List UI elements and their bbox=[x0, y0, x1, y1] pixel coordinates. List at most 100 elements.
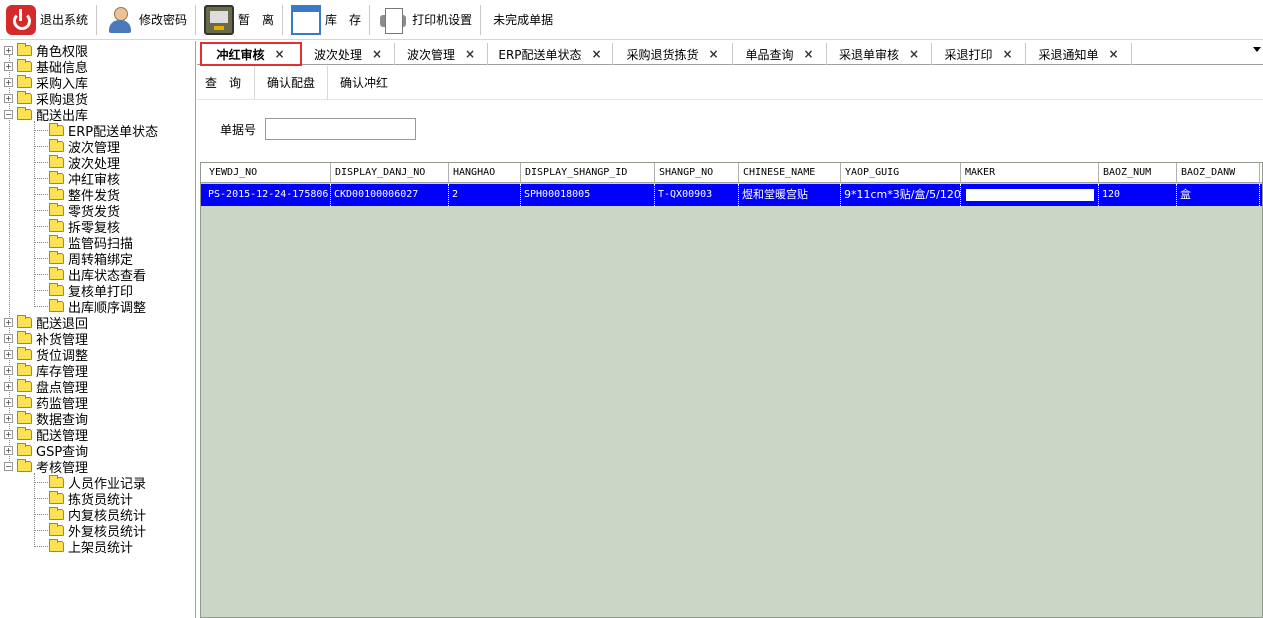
folder-icon bbox=[17, 58, 32, 72]
tab-wave-management[interactable]: 波次管理 × bbox=[395, 43, 488, 65]
folder-icon bbox=[17, 362, 32, 376]
expand-icon[interactable]: + bbox=[4, 397, 13, 407]
temp-leave-button[interactable]: 暂 离 bbox=[198, 2, 280, 38]
cell-maker[interactable] bbox=[961, 184, 1099, 206]
folder-icon bbox=[17, 378, 32, 392]
column-header[interactable]: DISPLAY_SHANGP_ID bbox=[521, 163, 655, 183]
folder-icon bbox=[49, 282, 64, 296]
tab-single-item-query[interactable]: 单品查询 × bbox=[733, 43, 827, 65]
column-header[interactable]: BAOZ_DANW bbox=[1177, 163, 1260, 183]
close-icon[interactable]: × bbox=[1002, 47, 1012, 61]
tab-return-order-review[interactable]: 采退单审核 × bbox=[827, 43, 932, 65]
cell-yaop-guig[interactable]: 9*11cm*3贴/盒/5/120 bbox=[841, 184, 961, 206]
redacted-block bbox=[966, 189, 1094, 201]
tab-return-notice[interactable]: 采退通知单 × bbox=[1026, 43, 1132, 65]
column-header[interactable]: SHANGP_NO bbox=[655, 163, 739, 183]
expand-icon[interactable]: + bbox=[4, 45, 13, 55]
expand-icon[interactable]: + bbox=[4, 333, 13, 343]
doc-no-input[interactable] bbox=[265, 118, 416, 140]
exit-button[interactable]: 退出系统 bbox=[0, 2, 94, 38]
tree-line bbox=[34, 473, 35, 547]
change-password-label: 修改密码 bbox=[139, 13, 188, 27]
tab-list-dropdown-icon[interactable] bbox=[1253, 47, 1261, 52]
cell-hanghao[interactable]: 2 bbox=[449, 184, 521, 206]
cell-baoz-num[interactable]: 120 bbox=[1099, 184, 1177, 206]
tree-line bbox=[34, 130, 48, 131]
close-icon[interactable]: × bbox=[372, 47, 382, 61]
column-header[interactable]: CHINESE_NAME bbox=[739, 163, 841, 183]
confirm-allocation-button[interactable]: 确认配盘 bbox=[255, 65, 329, 100]
confirm-red-reversal-button[interactable]: 确认冲红 bbox=[328, 66, 400, 100]
close-icon[interactable]: × bbox=[909, 47, 919, 61]
expand-icon[interactable]: + bbox=[4, 445, 13, 455]
folder-icon bbox=[17, 410, 32, 424]
cell-yewdj-no[interactable]: PS-2015-12-24-175806 bbox=[205, 184, 331, 206]
data-grid: YEWDJ_NO DISPLAY_DANJ_NO HANGHAO DISPLAY… bbox=[200, 162, 1263, 618]
column-header[interactable]: MAKER bbox=[961, 163, 1099, 183]
expand-icon[interactable]: + bbox=[4, 365, 13, 375]
column-header[interactable]: YEWDJ_NO bbox=[205, 163, 331, 183]
tab-purchase-return-picking[interactable]: 采购退货拣货 × bbox=[613, 43, 733, 65]
document-tab-bar: 冲红审核 × 波次处理 × 波次管理 × ERP配送单状态 × 采购退货拣货 ×… bbox=[197, 41, 1263, 66]
expand-icon[interactable]: + bbox=[4, 413, 13, 423]
folder-icon bbox=[17, 314, 32, 328]
inventory-button[interactable]: 库 存 bbox=[285, 2, 367, 38]
printer-settings-button[interactable]: 打印机设置 bbox=[372, 2, 478, 38]
column-header[interactable]: DISPLAY_DANJ_NO bbox=[331, 163, 449, 183]
change-password-button[interactable]: 修改密码 bbox=[99, 2, 193, 38]
user-icon bbox=[105, 5, 135, 35]
tree-line bbox=[34, 258, 48, 259]
toolbar-divider bbox=[369, 4, 371, 35]
expand-icon[interactable]: + bbox=[4, 61, 13, 71]
grid-header: YEWDJ_NO DISPLAY_DANJ_NO HANGHAO DISPLAY… bbox=[201, 163, 1262, 183]
toolbar-divider bbox=[480, 4, 482, 35]
exit-label: 退出系统 bbox=[40, 13, 89, 27]
close-icon[interactable]: × bbox=[592, 47, 602, 61]
tab-erp-delivery-status[interactable]: ERP配送单状态 × bbox=[488, 43, 613, 65]
close-icon[interactable]: × bbox=[274, 47, 284, 61]
folder-icon bbox=[17, 442, 32, 456]
query-button[interactable]: 查 询 bbox=[197, 65, 256, 100]
cell-display-danj-no[interactable]: CKD00100006027 bbox=[331, 184, 449, 206]
tree-line bbox=[34, 274, 48, 275]
cell-display-shangp-id[interactable]: SPH00018005 bbox=[521, 184, 655, 206]
expand-icon[interactable]: + bbox=[4, 381, 13, 391]
folder-icon bbox=[17, 74, 32, 88]
collapse-icon[interactable]: − bbox=[4, 109, 13, 119]
unfinished-orders-label: 未完成单据 bbox=[493, 13, 554, 27]
tree-line bbox=[34, 210, 48, 211]
close-icon[interactable]: × bbox=[465, 47, 475, 61]
tree-leaf-shelver-stats[interactable]: 上架员统计 bbox=[49, 538, 133, 556]
collapse-icon[interactable]: − bbox=[4, 461, 13, 471]
tab-label: 采退通知单 bbox=[1038, 47, 1099, 62]
folder-icon bbox=[17, 330, 32, 344]
cell-shangp-no[interactable]: T-QX00903 bbox=[655, 184, 739, 206]
expand-icon[interactable]: + bbox=[4, 429, 13, 439]
folder-icon bbox=[49, 266, 64, 280]
toolbar-divider bbox=[195, 4, 197, 35]
close-icon[interactable]: × bbox=[803, 47, 813, 61]
column-header[interactable]: BAOZ_NUM bbox=[1099, 163, 1177, 183]
close-icon[interactable]: × bbox=[1108, 47, 1118, 61]
tab-wave-processing[interactable]: 波次处理 × bbox=[302, 43, 395, 65]
folder-icon bbox=[49, 298, 64, 312]
expand-icon[interactable]: + bbox=[4, 93, 13, 103]
action-toolbar: 查 询 确认配盘 确认冲红 bbox=[197, 65, 1263, 100]
table-row[interactable]: PS-2015-12-24-175806 CKD00100006027 2 SP… bbox=[201, 184, 1262, 206]
cell-baoz-danw[interactable]: 盒 bbox=[1177, 184, 1260, 206]
tab-label: ERP配送单状态 bbox=[498, 47, 582, 62]
tab-return-print[interactable]: 采退打印 × bbox=[932, 43, 1026, 65]
close-icon[interactable]: × bbox=[708, 47, 718, 61]
expand-icon[interactable]: + bbox=[4, 77, 13, 87]
tree-line bbox=[34, 498, 48, 499]
unfinished-orders-button[interactable]: 未完成单据 bbox=[483, 2, 559, 38]
column-header[interactable]: YAOP_GUIG bbox=[841, 163, 961, 183]
column-header[interactable]: HANGHAO bbox=[449, 163, 521, 183]
tab-label: 冲红审核 bbox=[216, 47, 265, 62]
expand-icon[interactable]: + bbox=[4, 317, 13, 327]
cell-chinese-name[interactable]: 煜和堂暖宫贴 bbox=[739, 184, 841, 206]
toolbar-divider bbox=[282, 4, 284, 35]
tree-line bbox=[34, 121, 35, 307]
tab-red-reversal-review[interactable]: 冲红审核 × bbox=[200, 42, 302, 66]
expand-icon[interactable]: + bbox=[4, 349, 13, 359]
